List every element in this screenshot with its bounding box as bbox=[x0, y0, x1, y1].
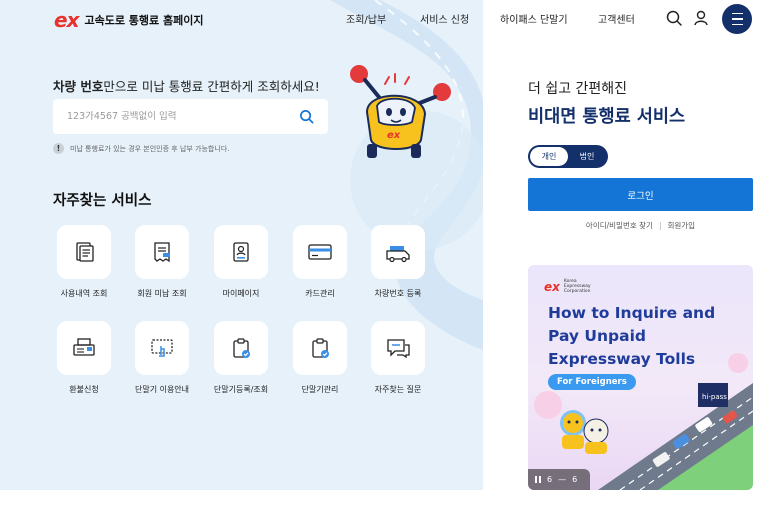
footer-strip bbox=[0, 490, 782, 517]
service-label: 단말기 이용안내 bbox=[134, 385, 190, 394]
left-panel: ex 고속도로 통행료 홈페이지 차량 번호만으로 미납 통행료 간편하게 조회… bbox=[0, 0, 483, 490]
find-account-link[interactable]: 아이디/비밀번호 찾기 bbox=[586, 221, 653, 230]
nav-item-inquiry[interactable]: 조회/납부 bbox=[346, 11, 386, 26]
service-label: 환불신청 bbox=[69, 385, 99, 394]
service-tile-box bbox=[135, 321, 189, 375]
nav-item-service[interactable]: 서비스 신청 bbox=[420, 11, 469, 26]
banner-logo: ex Korea Expressway Corporation bbox=[544, 279, 604, 294]
toggle-corporate[interactable]: 법인 bbox=[568, 147, 606, 166]
truck-icon bbox=[386, 246, 410, 263]
site-logo[interactable]: ex 고속도로 통행료 홈페이지 bbox=[54, 8, 203, 32]
notice-text: 미납 통행료가 있는 경우 본인인증 후 납부 가능합니다. bbox=[70, 144, 230, 153]
service-tile-box bbox=[214, 321, 268, 375]
chat-bubble-icon bbox=[387, 339, 410, 359]
link-separator: | bbox=[658, 221, 662, 230]
service-faq[interactable]: 자주찾는 질문 bbox=[358, 321, 438, 395]
clipboard-check-icon bbox=[312, 338, 329, 358]
printer-icon bbox=[73, 338, 95, 356]
banner-pill: For Foreigners bbox=[548, 374, 636, 390]
service-label: 단말기관리 bbox=[301, 385, 339, 394]
pager-separator: — bbox=[558, 475, 567, 484]
credit-card-icon bbox=[308, 244, 332, 260]
ex-logo-mark: ex bbox=[54, 8, 79, 32]
service-label: 사용내역 조회 bbox=[60, 289, 108, 298]
plate-search-input[interactable] bbox=[67, 111, 299, 122]
service-tile-box bbox=[135, 225, 189, 279]
toggle-personal[interactable]: 개인 bbox=[530, 147, 568, 166]
search-notice: ! 미납 통행료가 있는 경우 본인인증 후 납부 가능합니다. bbox=[53, 143, 229, 154]
member-type-toggle: 개인 법인 bbox=[528, 145, 608, 168]
panel-title: 비대면 통행료 서비스 bbox=[528, 107, 686, 127]
service-label: 자주찾는 질문 bbox=[374, 385, 422, 394]
document-list-icon bbox=[76, 242, 94, 262]
search-headline: 차량 번호만으로 미납 통행료 간편하게 조회하세요! bbox=[53, 76, 320, 95]
nav-item-support[interactable]: 고객센터 bbox=[598, 11, 635, 26]
promo-banner[interactable]: hi-pass ex Korea Expressway Corporation … bbox=[528, 265, 753, 490]
account-links: 아이디/비밀번호 찾기 | 회원가입 bbox=[528, 220, 753, 231]
touch-screen-icon bbox=[151, 339, 173, 357]
service-label: 회원 미납 조회 bbox=[137, 289, 187, 298]
service-label: 단말기등록/조회 bbox=[213, 385, 269, 394]
service-tile-box bbox=[293, 225, 347, 279]
page: ex 고속도로 통행료 홈페이지 차량 번호만으로 미납 통행료 간편하게 조회… bbox=[0, 0, 782, 517]
banner-logo-text: Korea Expressway Corporation bbox=[563, 279, 591, 294]
service-refund[interactable]: 환불신청 bbox=[44, 321, 124, 395]
pager-current: 6 bbox=[547, 475, 553, 484]
id-card-icon bbox=[233, 242, 249, 262]
service-tile-box bbox=[371, 321, 425, 375]
banner-sign-text: hi-pass bbox=[702, 393, 727, 401]
hamburger-icon bbox=[731, 11, 743, 28]
service-terminal-register[interactable]: 단말기등록/조회 bbox=[201, 321, 281, 395]
panel-subtitle: 더 쉽고 간편해진 bbox=[528, 81, 628, 97]
service-tile-box bbox=[57, 321, 111, 375]
mascot-illustration: ex bbox=[350, 65, 451, 158]
service-usage-history[interactable]: 사용내역 조회 bbox=[44, 225, 124, 299]
site-title: 고속도로 통행료 홈페이지 bbox=[84, 14, 204, 27]
search-icon[interactable] bbox=[665, 9, 683, 27]
pager-total: 6 bbox=[572, 475, 578, 484]
clipboard-check-icon bbox=[233, 338, 250, 358]
service-card-management[interactable]: 카드관리 bbox=[280, 225, 360, 299]
user-icon[interactable] bbox=[692, 9, 710, 27]
plate-search-box bbox=[53, 99, 328, 134]
service-terminal-management[interactable]: 단말기관리 bbox=[280, 321, 360, 395]
join-link[interactable]: 회원가입 bbox=[667, 221, 695, 230]
pause-icon[interactable] bbox=[535, 476, 541, 483]
service-vehicle-register[interactable]: 차량번호 등록 bbox=[358, 225, 438, 299]
service-member-unpaid[interactable]: 회원 미납 조회 bbox=[122, 225, 202, 299]
headline-bold: 차량 번호 bbox=[53, 79, 104, 94]
menu-button[interactable] bbox=[722, 4, 752, 34]
banner-pager: 6 — 6 bbox=[528, 469, 590, 490]
search-icon[interactable] bbox=[299, 109, 314, 124]
service-label: 마이페이지 bbox=[222, 289, 260, 298]
service-label: 차량번호 등록 bbox=[374, 289, 422, 298]
service-tile-box bbox=[57, 225, 111, 279]
services-title: 자주찾는 서비스 bbox=[53, 193, 152, 209]
receipt-icon bbox=[154, 242, 170, 263]
info-icon: ! bbox=[53, 143, 64, 154]
service-label: 카드관리 bbox=[305, 289, 335, 298]
service-terminal-guide[interactable]: 단말기 이용안내 bbox=[122, 321, 202, 395]
service-tile-box bbox=[293, 321, 347, 375]
banner-ex-mark: ex bbox=[544, 279, 560, 294]
service-tile-box bbox=[214, 225, 268, 279]
service-tile-box bbox=[371, 225, 425, 279]
login-button[interactable]: 로그인 bbox=[528, 178, 753, 211]
service-mypage[interactable]: 마이페이지 bbox=[201, 225, 281, 299]
mascot-ex-mark: ex bbox=[387, 130, 401, 141]
banner-heading: How to Inquire and Pay Unpaid Expressway… bbox=[548, 304, 716, 368]
nav-item-hipass[interactable]: 하이패스 단말기 bbox=[500, 11, 568, 26]
headline-rest: 만으로 미납 통행료 간편하게 조회하세요! bbox=[103, 79, 320, 94]
